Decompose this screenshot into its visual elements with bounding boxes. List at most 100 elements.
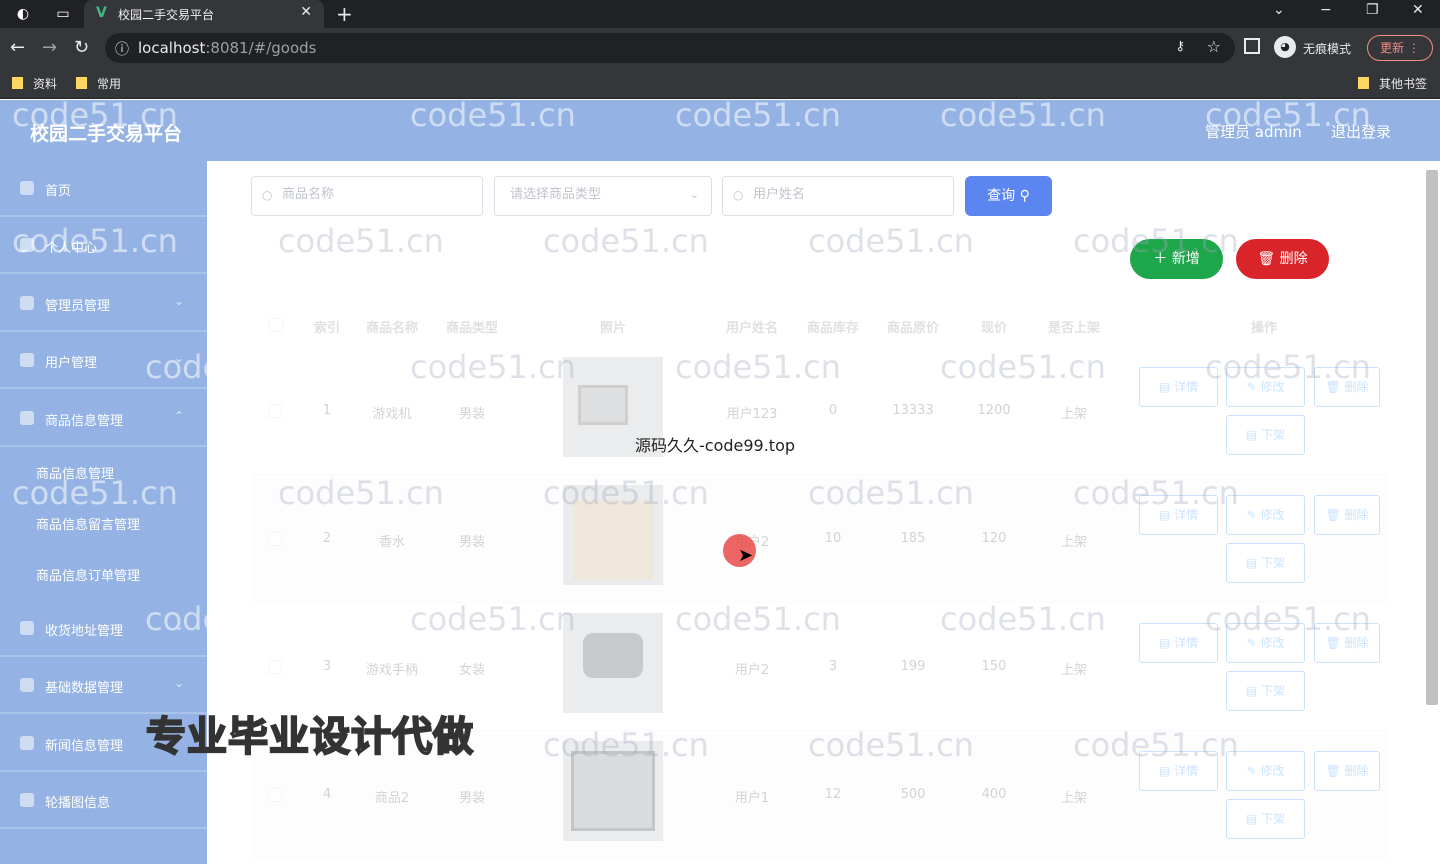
chevron-down-icon: ⌄ xyxy=(174,351,185,365)
cell-name: 商品2 xyxy=(374,791,410,806)
browser-menu-icon[interactable]: ◐ xyxy=(14,5,32,23)
cell-original-price: 185 xyxy=(900,531,926,546)
off-shelf-button[interactable]: ▤ 下架 xyxy=(1226,671,1305,711)
user-name-input[interactable] xyxy=(753,187,933,202)
site-info-icon[interactable]: ⓘ xyxy=(115,39,129,59)
delete-label: 删除 xyxy=(1344,636,1369,650)
edit-button[interactable]: ✎ 修改 xyxy=(1226,367,1305,407)
sidebar-item-label: 个人中心 xyxy=(45,241,98,256)
url-field[interactable]: ⓘ localhost:8081/#/goods ⚷ ☆ xyxy=(105,33,1235,63)
off-shelf-button[interactable]: ▤ 下架 xyxy=(1226,415,1305,455)
add-button[interactable]: ＋ 新增 xyxy=(1130,239,1223,279)
edit-label: 修改 xyxy=(1260,764,1285,778)
password-key-icon[interactable]: ⚷ xyxy=(1175,39,1185,54)
cell-name: 游戏机 xyxy=(372,407,412,422)
delete-button[interactable]: 🗑 删除 xyxy=(1314,623,1380,663)
folder-icon xyxy=(1358,77,1369,89)
tab-close-icon[interactable]: ✕ xyxy=(300,4,312,20)
search-icon: ○ xyxy=(733,188,744,202)
edit-button[interactable]: ✎ 修改 xyxy=(1226,495,1305,535)
restore-icon[interactable]: ❐ xyxy=(1366,2,1379,18)
update-label: 更新 xyxy=(1380,41,1405,55)
logout-link[interactable]: 退出登录 xyxy=(1331,121,1391,142)
goods-type-select[interactable]: ⌄ xyxy=(494,176,712,216)
url-text: localhost:8081/#/goods xyxy=(138,39,316,57)
bookmark-folder-1[interactable]: 资料 xyxy=(12,75,57,92)
forward-icon[interactable]: → xyxy=(42,37,57,58)
window-close-icon[interactable]: ✕ xyxy=(1412,2,1424,18)
back-icon[interactable]: ← xyxy=(10,37,25,58)
detail-button[interactable]: ▤ 详情 xyxy=(1139,623,1218,663)
bookmarks-bar: 资料 常用 其他书签 xyxy=(0,68,1440,99)
off-shelf-button[interactable]: ▤ 下架 xyxy=(1226,799,1305,839)
delete-button[interactable]: 🗑 删除 xyxy=(1314,495,1380,535)
delete-button[interactable]: 🗑 删除 xyxy=(1314,367,1380,407)
folder-icon xyxy=(12,77,23,89)
row-checkbox[interactable] xyxy=(268,532,282,546)
col-price: 现价 xyxy=(980,321,1007,336)
col-type: 商品类型 xyxy=(445,321,498,336)
delete-label: 删除 xyxy=(1344,764,1369,778)
row-checkbox[interactable] xyxy=(268,404,282,418)
chevron-up-icon: ⌃ xyxy=(174,409,185,423)
submenu-goods-info[interactable]: 商品信息管理 xyxy=(36,463,114,482)
sidebar-item-label: 管理员管理 xyxy=(45,299,111,314)
goods-name-search[interactable]: ○ xyxy=(251,176,483,216)
cell-stock: 3 xyxy=(828,659,838,674)
user-icon xyxy=(20,238,34,252)
cell-type: 男装 xyxy=(458,791,485,806)
edit-button[interactable]: ✎ 修改 xyxy=(1226,751,1305,791)
search-icon: ⚲ xyxy=(1019,188,1030,204)
sidebar-item-carousel[interactable]: 轮播图信息 xyxy=(0,773,207,829)
delete-label: 删除 xyxy=(1344,508,1369,522)
detail-button[interactable]: ▤ 详情 xyxy=(1139,367,1218,407)
query-label: 查询 xyxy=(987,188,1016,204)
cell-user: 用户123 xyxy=(726,407,778,422)
goods-name-input[interactable] xyxy=(282,187,462,202)
sidebar-item-label: 轮播图信息 xyxy=(45,796,111,811)
sidebar-item-addresses[interactable]: 收货地址管理 ⌄ xyxy=(0,601,207,657)
side-panel-icon[interactable] xyxy=(1244,38,1260,54)
admin-label: 管理员 admin xyxy=(1205,123,1302,141)
sidebar-item-home[interactable]: 首页 xyxy=(0,161,207,217)
submenu-goods-orders[interactable]: 商品信息订单管理 xyxy=(36,565,140,584)
off-shelf-label: 下架 xyxy=(1261,684,1286,698)
goods-photo xyxy=(563,485,663,585)
row-checkbox[interactable] xyxy=(268,660,282,674)
folder-icon xyxy=(76,77,87,89)
query-button[interactable]: 查询 ⚲ xyxy=(965,176,1052,216)
new-tab-icon[interactable]: + xyxy=(336,2,353,26)
off-shelf-button[interactable]: ▤ 下架 xyxy=(1226,543,1305,583)
browser-tab[interactable]: V 校园二手交易平台 ✕ xyxy=(84,0,324,28)
goods-type-input[interactable] xyxy=(510,187,690,202)
detail-button[interactable]: ▤ 详情 xyxy=(1139,751,1218,791)
row-checkbox[interactable] xyxy=(268,788,282,802)
minimize-icon[interactable]: − xyxy=(1320,2,1332,18)
video-caption: 源码久久-code99.top xyxy=(635,436,796,455)
sidebar-item-profile[interactable]: 个人中心 xyxy=(0,218,207,274)
batch-delete-button[interactable]: 🗑 删除 xyxy=(1236,239,1329,279)
other-bookmarks[interactable]: 其他书签 xyxy=(1358,75,1427,92)
delete-button[interactable]: 🗑 删除 xyxy=(1314,751,1380,791)
cell-index: 3 xyxy=(322,659,332,674)
sidebar-item-admins[interactable]: 管理员管理 ⌄ xyxy=(0,276,207,332)
cell-original-price: 199 xyxy=(900,659,926,674)
reload-icon[interactable]: ↻ xyxy=(74,37,89,58)
delete-label: 删除 xyxy=(1279,251,1308,267)
user-name-search[interactable]: ○ xyxy=(722,176,954,216)
detail-button[interactable]: ▤ 详情 xyxy=(1139,495,1218,535)
tab-search-icon[interactable]: ⌄ xyxy=(1273,2,1285,18)
edit-button[interactable]: ✎ 修改 xyxy=(1226,623,1305,663)
select-all-checkbox[interactable] xyxy=(269,318,283,332)
cell-stock: 0 xyxy=(828,403,838,418)
tab-overview-icon[interactable]: ▭ xyxy=(54,5,72,23)
submenu-goods-comments[interactable]: 商品信息留言管理 xyxy=(36,514,140,533)
sidebar-item-goods[interactable]: 商品信息管理 ⌃ xyxy=(0,391,207,447)
mouse-cursor-icon: ➤ xyxy=(738,545,754,566)
bookmark-folder-2[interactable]: 常用 xyxy=(76,75,121,92)
sidebar-item-users[interactable]: 用户管理 ⌄ xyxy=(0,333,207,389)
bookmark-star-icon[interactable]: ☆ xyxy=(1207,37,1221,56)
update-button[interactable]: 更新 ⋮ xyxy=(1367,35,1433,61)
cell-on-shelf: 上架 xyxy=(1060,791,1087,806)
page-scrollbar[interactable] xyxy=(1426,170,1438,705)
